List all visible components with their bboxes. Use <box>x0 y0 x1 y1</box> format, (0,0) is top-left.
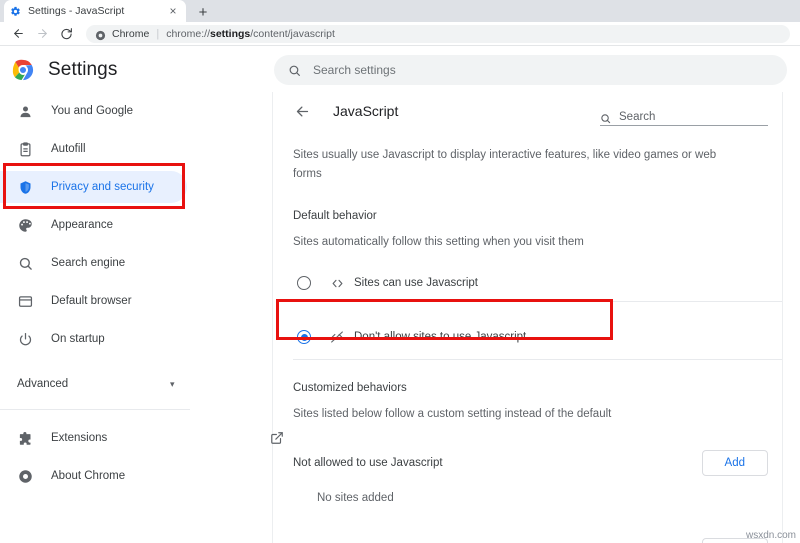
chrome-logo-icon <box>95 28 106 41</box>
chevron-down-icon: ▾ <box>170 378 175 389</box>
sidebar-item-advanced[interactable]: Advanced ▾ <box>0 366 272 402</box>
omnibox-url: chrome://settings/content/javascript <box>166 28 335 40</box>
sidebar-item-label: About Chrome <box>51 470 126 482</box>
sidebar-item-you-and-google[interactable]: You and Google <box>0 92 272 130</box>
back-arrow-icon[interactable] <box>293 102 311 120</box>
settings-sidebar: You and Google Autofill Privacy and secu… <box>0 92 284 543</box>
chrome-logo-icon <box>12 59 34 81</box>
url-prefix: chrome:// <box>166 27 210 40</box>
url-bold: settings <box>209 27 251 40</box>
page-description: Sites usually use Javascript to display … <box>293 149 717 180</box>
settings-content-panel: JavaScript Sites usually use Javascript … <box>273 92 782 543</box>
customized-behaviors-subtitle: Sites listed below follow a custom setti… <box>293 408 612 420</box>
radio-option-dont-allow-javascript[interactable]: Don't allow sites to use Javascript <box>273 319 782 355</box>
chrome-browser-window: Settings - JavaScript × + Chrome | chrom… <box>0 0 800 543</box>
back-arrow-icon[interactable] <box>6 22 30 46</box>
default-behavior-title: Default behavior <box>293 210 377 222</box>
group-not-allowed-to-use-javascript: Not allowed to use Javascript Add <box>273 442 782 484</box>
person-icon <box>17 103 34 120</box>
sidebar-item-label: Search engine <box>51 257 126 269</box>
gear-icon <box>10 6 21 17</box>
omnibox-chip-label: Chrome <box>112 27 150 40</box>
customized-behaviors-title: Customized behaviors <box>293 382 407 394</box>
chrome-logo-icon <box>17 468 34 485</box>
reload-icon[interactable] <box>54 22 78 46</box>
code-slash-icon <box>329 329 345 345</box>
settings-search-box[interactable] <box>274 55 787 85</box>
search-input[interactable] <box>313 63 773 77</box>
external-link-icon[interactable] <box>270 431 284 445</box>
sidebar-item-label: Extensions <box>51 432 108 444</box>
close-icon[interactable]: × <box>166 4 180 18</box>
search-icon <box>288 64 301 77</box>
watermark: wsxdn.com <box>745 530 796 541</box>
browser-tab-settings[interactable]: Settings - JavaScript × <box>4 0 186 22</box>
sidebar-item-label: You and Google <box>51 105 134 117</box>
tab-strip: Settings - JavaScript × + <box>0 0 800 22</box>
sidebar-item-label: Appearance <box>51 219 114 231</box>
search-icon <box>17 255 34 272</box>
sidebar-item-about-chrome[interactable]: About Chrome <box>0 457 272 495</box>
sidebar-item-appearance[interactable]: Appearance <box>0 206 272 244</box>
content-header: JavaScript <box>273 92 782 130</box>
sidebar-item-label: Autofill <box>51 143 86 155</box>
clipboard-icon <box>17 141 34 158</box>
radio-option-label: Sites can use Javascript <box>354 277 479 289</box>
section-divider <box>293 359 782 360</box>
palette-icon <box>17 217 34 234</box>
add-button-not-allowed[interactable]: Add <box>701 450 768 476</box>
url-suffix: /content/javascript <box>250 27 335 40</box>
shield-icon <box>17 179 34 196</box>
address-bar[interactable]: Chrome | chrome://settings/content/javas… <box>86 24 790 43</box>
group-label: Not allowed to use Javascript <box>293 457 443 469</box>
sidebar-item-label: On startup <box>51 333 105 345</box>
puzzle-icon <box>17 430 34 447</box>
new-tab-button[interactable]: + <box>192 3 214 22</box>
sidebar-divider <box>0 409 190 410</box>
omnibox-separator: | <box>156 27 160 40</box>
content-right-divider <box>782 92 783 543</box>
content-search-input[interactable] <box>619 111 773 123</box>
sidebar-item-privacy-and-security[interactable]: Privacy and security <box>0 168 272 206</box>
window-icon <box>17 293 34 310</box>
forward-arrow-icon[interactable] <box>30 22 54 46</box>
sidebar-item-autofill[interactable]: Autofill <box>0 130 272 168</box>
content-search-box[interactable] <box>600 104 773 126</box>
radio-button-unchecked[interactable] <box>297 276 311 290</box>
page-title: Settings <box>48 58 118 80</box>
radio-button-checked[interactable] <box>297 330 311 344</box>
code-brackets-icon <box>329 275 345 291</box>
sidebar-item-default-browser[interactable]: Default browser <box>0 282 272 320</box>
empty-state-not-allowed: No sites added <box>317 492 394 504</box>
tab-title: Settings - JavaScript <box>28 5 125 17</box>
power-icon <box>17 331 34 348</box>
radio-option-sites-can-use-javascript[interactable]: Sites can use Javascript <box>273 265 782 301</box>
search-icon <box>600 111 611 124</box>
sidebar-item-search-engine[interactable]: Search engine <box>0 244 272 282</box>
sidebar-item-label: Default browser <box>51 295 132 307</box>
advanced-label: Advanced <box>17 378 69 390</box>
browser-toolbar: Chrome | chrome://settings/content/javas… <box>0 22 800 46</box>
sidebar-item-label: Privacy and security <box>51 181 154 193</box>
default-behavior-subtitle: Sites automatically follow this setting … <box>293 236 584 248</box>
sidebar-item-extensions[interactable]: Extensions <box>0 419 284 457</box>
radio-option-label: Don't allow sites to use Javascript <box>354 331 527 343</box>
sidebar-item-on-startup[interactable]: On startup <box>0 320 272 358</box>
option-divider <box>293 301 782 302</box>
settings-header: Settings <box>0 47 800 92</box>
content-page-title: JavaScript <box>333 103 399 119</box>
group-allowed-to-use-javascript: Allowed to use Javascript Add <box>273 530 782 543</box>
